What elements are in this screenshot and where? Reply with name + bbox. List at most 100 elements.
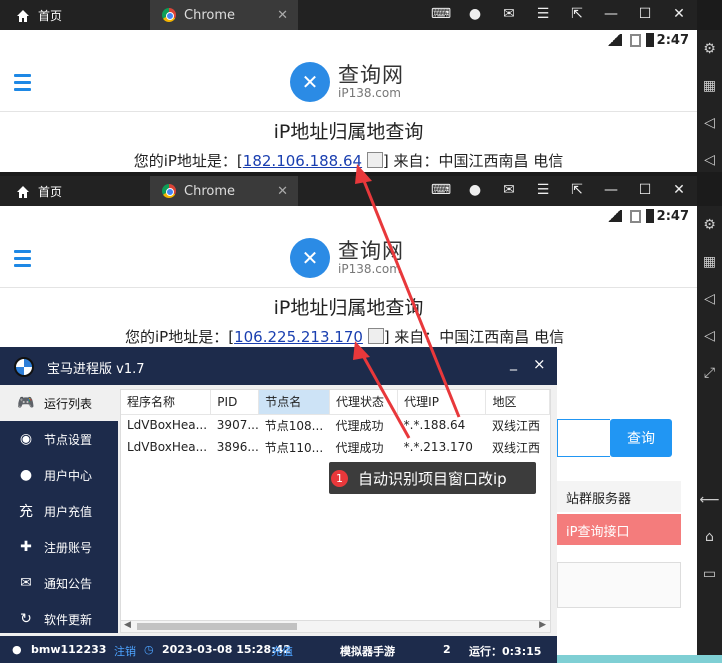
col-node[interactable]: 节点名 xyxy=(258,390,330,415)
recharge-link[interactable]: 充值 xyxy=(271,643,293,659)
close-button[interactable]: ✕ xyxy=(669,4,689,24)
logout-link[interactable]: 注销 xyxy=(114,643,136,659)
maximize-button[interactable]: ☐ xyxy=(635,4,655,24)
tab-close-button[interactable]: ✕ xyxy=(277,8,288,23)
no-sim-icon xyxy=(630,210,641,223)
ip-suffix: ] 来自：中国江西南昌 电信 xyxy=(383,328,565,346)
status-user: bmw112233 xyxy=(31,643,107,656)
nav-update[interactable]: ↻ 软件更新 xyxy=(0,601,118,637)
emulator-titlebar-2: 首页 Chrome ✕ ⌨ ● ✉ ☰ ⇱ — ☐ ✕ xyxy=(0,176,697,206)
app-title: 宝马进程版 v1.7 xyxy=(47,362,145,377)
tab-label: Chrome xyxy=(184,183,235,199)
status-count: 2 xyxy=(443,643,451,656)
site-query-area: 查询 站群服务器 iP查询接口 xyxy=(557,378,697,608)
broken-image-icon xyxy=(366,152,383,168)
gamepad-icon[interactable]: ⌨ xyxy=(431,180,451,200)
content-panel xyxy=(557,562,681,608)
wrench-icon: ✕ xyxy=(290,62,330,102)
ip-query-input[interactable] xyxy=(557,419,610,457)
wrench-icon: ✕ xyxy=(290,238,330,278)
volume-down-icon[interactable]: ◁ xyxy=(697,317,722,354)
account-icon[interactable]: ● xyxy=(465,180,485,200)
cell: 节点108... xyxy=(264,418,324,433)
nav-label: 通知公告 xyxy=(44,576,93,591)
ip-prefix: 您的iP地址是：[ xyxy=(133,152,243,170)
user-icon: ● xyxy=(12,643,22,656)
nav-recharge[interactable]: 充用户充值 xyxy=(0,493,118,529)
col-program[interactable]: 程序名称 xyxy=(121,390,212,415)
gamepad-icon[interactable]: ⌨ xyxy=(431,4,451,24)
close-button[interactable]: ✕ xyxy=(669,180,689,200)
col-pid[interactable]: PID xyxy=(210,390,260,415)
app-minimize-button[interactable]: _ xyxy=(510,355,517,371)
window-controls-2: ⌨ ● ✉ ☰ ⇱ — ☐ ✕ xyxy=(431,180,689,200)
baoma-app-window: 宝马进程版 v1.7 _ × 🎮 运行列表 ◉ 节点设置 ● 用户中心 充用户充值 ✚… xyxy=(0,347,557,663)
query-button[interactable]: 查询 xyxy=(610,419,672,457)
nav-run-list[interactable]: 🎮 运行列表 xyxy=(0,385,118,421)
ip-line: 您的iP地址是：[182.106.188.64 ] 来自：中国江西南昌 电信 xyxy=(0,150,697,171)
volume-up-icon[interactable]: ◁ xyxy=(697,104,722,141)
menu-icon[interactable] xyxy=(14,74,31,95)
cell: LdVBoxHea... xyxy=(127,440,208,454)
settings-gear-icon[interactable]: ⚙ xyxy=(697,206,722,243)
home-tab-2[interactable]: 首页 xyxy=(16,183,62,200)
col-region[interactable]: 地区 xyxy=(485,390,550,415)
minimize-button[interactable]: — xyxy=(601,4,621,24)
nav-user-center[interactable]: ● 用户中心 xyxy=(0,457,118,493)
chrome-tab-2[interactable]: Chrome ✕ xyxy=(150,176,298,206)
col-proxy-status[interactable]: 代理状态 xyxy=(329,390,399,415)
settings-icon[interactable]: ☰ xyxy=(533,4,553,24)
col-proxy-ip[interactable]: 代理IP xyxy=(397,390,487,415)
site-logo[interactable]: ✕ 查询网 iP138.com xyxy=(290,62,404,102)
settings-icon[interactable]: ☰ xyxy=(533,180,553,200)
popout-icon[interactable]: ⇱ xyxy=(567,4,587,24)
site-logo-2[interactable]: ✕ 查询网 iP138.com xyxy=(290,238,404,278)
home-icon xyxy=(17,185,29,198)
fullscreen-icon[interactable]: ⤢ xyxy=(697,354,722,391)
ip-api-link[interactable]: iP查询接口 xyxy=(557,514,681,545)
account-icon[interactable]: ● xyxy=(465,4,485,24)
chrome-icon xyxy=(162,8,176,22)
server-link[interactable]: 站群服务器 xyxy=(557,481,681,512)
back-icon[interactable]: ⟵ xyxy=(697,481,722,518)
ip-line-2: 您的iP地址是：[106.225.213.170 ] 来自：中国江西南昌 电信 xyxy=(0,326,697,347)
nav-node-settings[interactable]: ◉ 节点设置 xyxy=(0,421,118,457)
menu-icon[interactable] xyxy=(14,250,31,271)
home-tab[interactable]: 首页 xyxy=(16,7,62,24)
nav-label: 软件更新 xyxy=(44,612,93,627)
volume-up-icon[interactable]: ◁ xyxy=(697,280,722,317)
no-sim-icon xyxy=(630,34,641,47)
home-nav-icon[interactable]: ⌂ xyxy=(697,518,722,555)
popout-icon[interactable]: ⇱ xyxy=(567,180,587,200)
logo-en: iP138.com xyxy=(338,262,401,276)
nav-register[interactable]: ✚ 注册账号 xyxy=(0,529,118,565)
table-row[interactable]: LdVBoxHea... 3896... 节点110... 代理成功 *.*.2… xyxy=(121,436,550,458)
scroll-left-icon[interactable]: ◀ xyxy=(124,620,131,630)
tab-close-button[interactable]: ✕ xyxy=(277,184,288,199)
scroll-right-icon[interactable]: ▶ xyxy=(539,620,546,630)
keyboard-icon[interactable]: ▦ xyxy=(697,67,722,104)
chrome-tab[interactable]: Chrome ✕ xyxy=(150,0,298,30)
volume-down-icon[interactable]: ◁ xyxy=(697,141,722,178)
settings-gear-icon[interactable]: ⚙ xyxy=(697,30,722,67)
mail-icon[interactable]: ✉ xyxy=(499,180,519,200)
annotation-number: 1 xyxy=(331,469,348,487)
table-horizontal-scrollbar[interactable]: ◀ ▶ xyxy=(120,620,551,633)
recharge-icon: 充 xyxy=(19,504,33,520)
minimize-button[interactable]: — xyxy=(601,180,621,200)
cell: 3907... xyxy=(216,418,259,433)
scroll-thumb[interactable] xyxy=(137,623,297,630)
mail-icon[interactable]: ✉ xyxy=(499,4,519,24)
maximize-button[interactable]: ☐ xyxy=(635,180,655,200)
ip-link-bottom[interactable]: 106.225.213.170 xyxy=(234,328,363,346)
ip-link-top[interactable]: 182.106.188.64 xyxy=(243,152,362,170)
app-close-button[interactable]: × xyxy=(533,355,546,373)
keyboard-icon[interactable]: ▦ xyxy=(697,243,722,280)
status-emulator: 模拟器手游 xyxy=(340,645,395,658)
home-label: 首页 xyxy=(38,185,63,199)
nav-notices[interactable]: ✉ 通知公告 xyxy=(0,565,118,601)
table-row[interactable]: LdVBoxHea... 3907... 节点108... 代理成功 *.*.1… xyxy=(121,414,550,436)
nav-label: 运行列表 xyxy=(44,396,93,411)
recent-icon[interactable]: ▭ xyxy=(697,555,722,592)
site-header-2: ✕ 查询网 iP138.com xyxy=(0,228,697,288)
